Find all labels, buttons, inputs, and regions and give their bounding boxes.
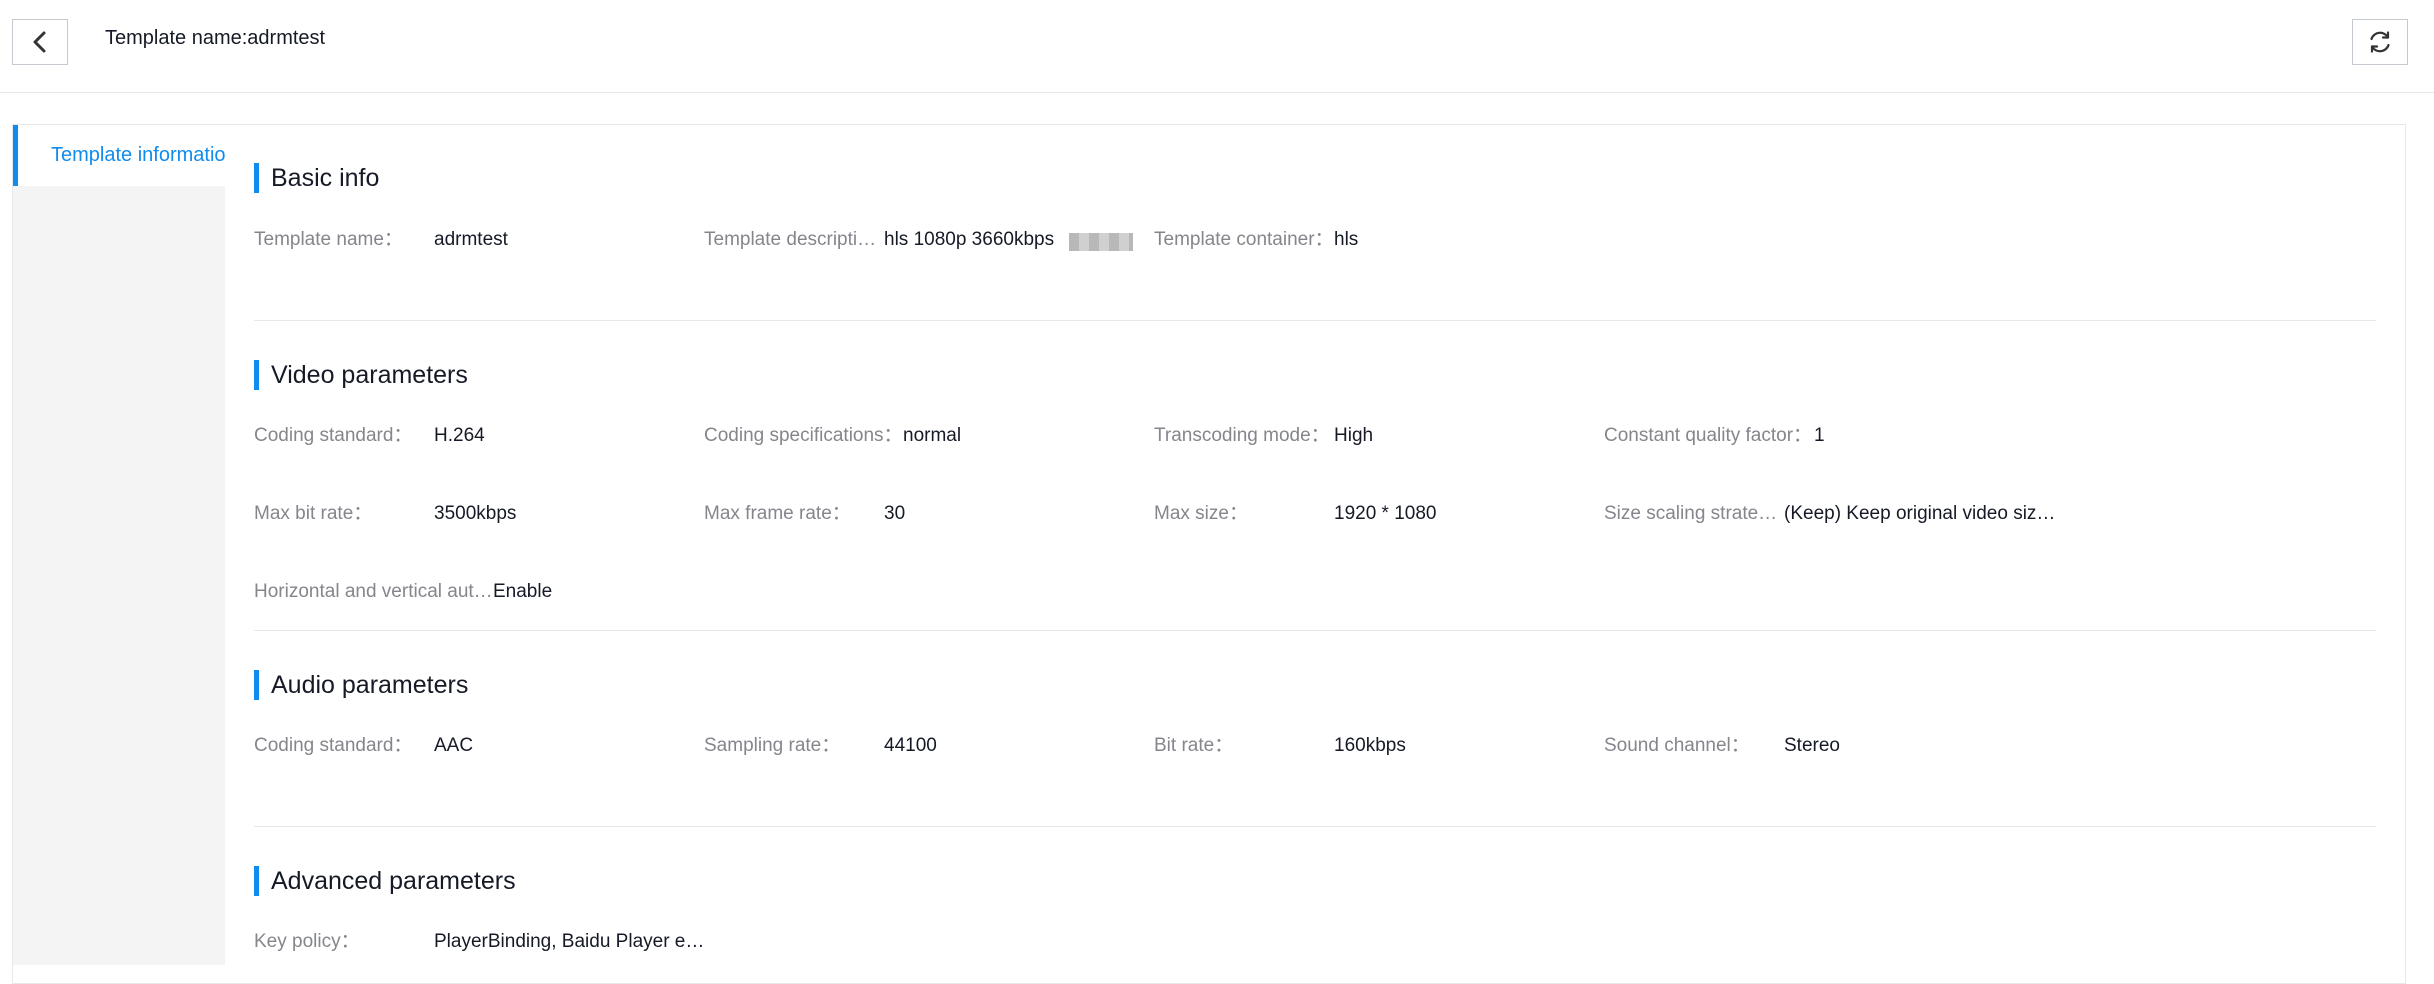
field-label: Transcoding mode：	[1154, 425, 1330, 446]
field-label: Size scaling strate…	[1604, 503, 1778, 524]
field-value: hls 1080p 3660kbps	[884, 229, 1055, 250]
field-label: Max frame rate：	[704, 503, 851, 524]
field-value: (Keep) Keep original video siz…	[1784, 503, 2056, 524]
field-label: Template container：	[1154, 229, 1334, 250]
field-value: AAC	[434, 735, 474, 756]
sidebar-item-template-information[interactable]: Template information	[13, 125, 225, 186]
field-label: Template descripti…	[704, 229, 877, 250]
back-button[interactable]	[12, 19, 68, 65]
section-title-advanced-parameters: Advanced parameters	[254, 866, 516, 896]
field-value: adrmtest	[434, 229, 508, 250]
field-value: 160kbps	[1334, 735, 1406, 756]
field-label: Coding standard：	[254, 425, 413, 446]
refresh-button[interactable]	[2352, 19, 2408, 65]
field-label: Template name：	[254, 229, 403, 250]
field-value: 44100	[884, 735, 937, 756]
redacted-box	[1069, 233, 1133, 251]
field-label: Max bit rate：	[254, 503, 373, 524]
field-value: H.264	[434, 425, 485, 446]
field-label: Sampling rate：	[704, 735, 841, 756]
chevron-left-icon	[33, 31, 46, 53]
section-title-basic-info: Basic info	[254, 163, 379, 193]
section-title-video-parameters: Video parameters	[254, 360, 468, 390]
field-label: Sound channel：	[1604, 735, 1750, 756]
refresh-icon	[2370, 31, 2390, 53]
field-value: PlayerBinding, Baidu Player e…	[434, 931, 705, 952]
field-value: normal	[903, 425, 962, 446]
page-title: Template name:adrmtest	[105, 27, 326, 49]
sidebar-item-label: Template information	[51, 144, 225, 166]
field-label: Bit rate：	[1154, 735, 1234, 756]
page-header: Template name:adrmtest	[0, 0, 2434, 93]
section-title-audio-parameters: Audio parameters	[254, 670, 468, 700]
field-value: High	[1334, 425, 1374, 446]
field-value: hls	[1334, 229, 1359, 250]
field-value: Stereo	[1784, 735, 1840, 756]
section-divider	[254, 320, 2376, 321]
section-divider	[254, 826, 2376, 827]
sidebar: Template information	[13, 125, 225, 965]
field-value: Enable	[493, 581, 553, 602]
section-divider	[254, 630, 2376, 631]
field-label: Max size：	[1154, 503, 1248, 524]
field-value: 1	[1814, 425, 1825, 446]
field-label: Coding standard：	[254, 735, 413, 756]
field-label: Horizontal and vertical aut…	[254, 581, 493, 602]
field-value: 1920 * 1080	[1334, 503, 1437, 524]
field-value: 3500kbps	[434, 503, 517, 524]
field-label: Coding specifications：	[704, 425, 903, 446]
main-content: Basic info Template name： adrmtest Templ…	[225, 125, 2405, 965]
field-value: 30	[884, 503, 906, 524]
field-label: Key policy：	[254, 931, 360, 952]
field-label: Constant quality factor：	[1604, 425, 1813, 446]
